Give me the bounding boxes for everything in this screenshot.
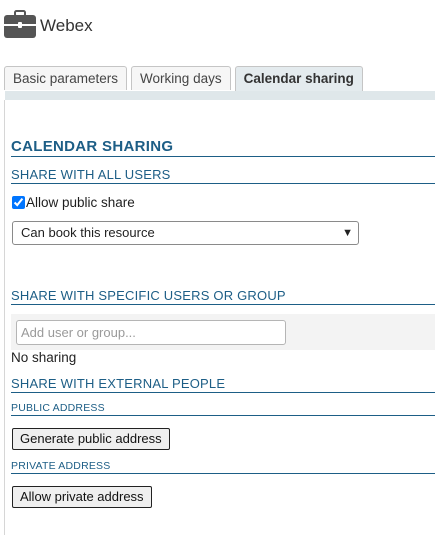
allow-public-share-row: Allow public share: [11, 195, 135, 210]
permission-select[interactable]: Can book this resource ▼: [12, 221, 359, 245]
generate-public-address-button[interactable]: Generate public address: [12, 428, 170, 450]
no-sharing-text: No sharing: [11, 350, 77, 365]
allow-private-address-button[interactable]: Allow private address: [12, 486, 152, 508]
share-specific-heading: SHARE WITH SPECIFIC USERS OR GROUP: [11, 288, 435, 305]
tab-panel-header: [5, 91, 435, 100]
tab-working-days[interactable]: Working days: [131, 66, 231, 90]
allow-public-share-checkbox[interactable]: [12, 196, 25, 209]
panel-border: [4, 100, 5, 535]
briefcase-icon: [4, 10, 36, 38]
add-user-input[interactable]: Add user or group...: [16, 320, 286, 345]
app-title: Webex: [40, 16, 93, 35]
add-user-area: Add user or group...: [11, 314, 435, 350]
tab-basic-parameters[interactable]: Basic parameters: [4, 66, 128, 90]
section-title: CALENDAR SHARING: [11, 138, 435, 157]
permission-select-value: Can book this resource: [21, 225, 155, 240]
share-external-heading: SHARE WITH EXTERNAL PEOPLE: [11, 376, 435, 393]
app-header: Webex: [4, 8, 93, 40]
tab-bar: Basic parameters Working days Calendar s…: [4, 66, 367, 92]
private-address-heading: PRIVATE ADDRESS: [11, 460, 435, 474]
tab-calendar-sharing[interactable]: Calendar sharing: [234, 66, 363, 92]
share-all-users-heading: SHARE WITH ALL USERS: [11, 167, 435, 184]
public-address-heading: PUBLIC ADDRESS: [11, 402, 435, 416]
chevron-down-icon: ▼: [342, 227, 353, 239]
allow-public-share-label: Allow public share: [26, 195, 135, 210]
